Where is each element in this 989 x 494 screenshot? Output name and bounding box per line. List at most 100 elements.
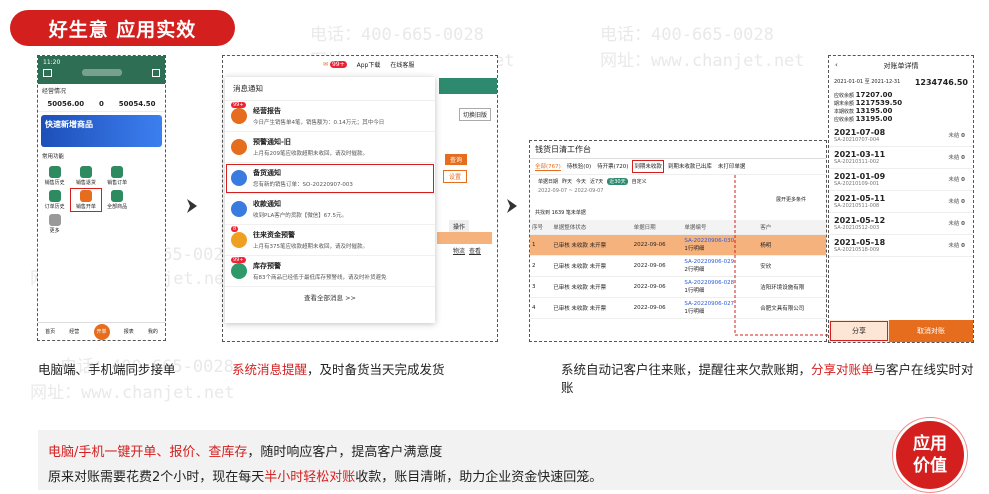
promo-banner[interactable]: 快速新增商品 bbox=[41, 115, 162, 147]
connector-line bbox=[734, 175, 830, 336]
settings-button[interactable]: 设置 bbox=[442, 170, 467, 183]
tab-all[interactable]: 全部(767) bbox=[535, 162, 561, 171]
row-links: 物流 查看 bbox=[453, 246, 481, 255]
package-icon bbox=[231, 170, 247, 186]
mobile-app-screen: 11:20 经营情况 50056.00 0 50054.50 快速新增商品 常用… bbox=[37, 55, 166, 341]
watermark: 网址：www.chanjet.net bbox=[30, 383, 235, 403]
back-icon[interactable]: ‹ bbox=[835, 61, 838, 69]
caption-notify: 系统消息提醒，及时备货当天完成发货 bbox=[232, 362, 445, 377]
tab-pending-invoice[interactable]: 待开票(720) bbox=[597, 162, 628, 171]
col-header: 单据整体状态 bbox=[551, 220, 632, 235]
store-selector[interactable] bbox=[82, 69, 122, 76]
view-link[interactable]: 查看 bbox=[469, 246, 481, 255]
more-icon bbox=[48, 214, 61, 226]
stat-item: 50054.50 bbox=[118, 100, 156, 108]
section-title: 常用功能 bbox=[42, 154, 65, 160]
store-icon[interactable] bbox=[43, 69, 52, 77]
value-badge: 应用 价值 bbox=[893, 418, 967, 492]
range-7days[interactable]: 近7天 bbox=[590, 178, 603, 185]
tab-overdue-shipped[interactable]: 到期未收款已出库 bbox=[668, 162, 712, 171]
query-button[interactable]: 查询 bbox=[444, 154, 467, 165]
summary-item: 期末余额 1217539.50 bbox=[834, 99, 903, 107]
cell-date: 2022-09-06 bbox=[631, 234, 683, 256]
tab-business[interactable]: 经营 bbox=[69, 328, 79, 335]
tab-bar: 首页 经营 开单 报表 我的 bbox=[38, 322, 165, 340]
next-arrow-icon bbox=[507, 199, 517, 213]
func-all-goods[interactable]: 全部商品 bbox=[104, 190, 131, 210]
notify-title: 备货通知 bbox=[253, 169, 281, 177]
summary-line-1: 电脑/手机一键开单、报价、查库存，随时响应客户，提高客户满意度 bbox=[48, 445, 443, 460]
funds-icon bbox=[231, 232, 247, 248]
message-count: 99+ bbox=[329, 61, 347, 68]
func-order-history[interactable]: 订单历史 bbox=[41, 190, 68, 210]
statement-entry[interactable]: 2021-07-08 SA-20210707-004 未结 0 bbox=[829, 125, 973, 147]
notify-title: 库存预警 bbox=[253, 262, 281, 270]
return-icon bbox=[79, 166, 92, 178]
cell-status: 已审核 未收款 未开票 bbox=[551, 255, 632, 277]
warning-icon bbox=[231, 139, 247, 155]
range-30days[interactable]: 近30天 bbox=[607, 178, 628, 185]
statement-entry[interactable]: 2021-05-11 SA-20210511-008 未结 0 bbox=[829, 191, 973, 213]
notify-desc: 有83个商品已经低于最低库存预警线，请及时补货避免 bbox=[253, 275, 387, 281]
range-custom[interactable]: 自定义 bbox=[632, 178, 647, 185]
side-header bbox=[439, 78, 497, 94]
statement-entry[interactable]: 2021-05-18 SA-20210518-009 未结 0 bbox=[829, 235, 973, 257]
unread-badge: 8 bbox=[231, 226, 239, 232]
tab-billing[interactable]: 开单 bbox=[93, 323, 110, 340]
filter-label: 单据日期 bbox=[538, 179, 559, 185]
cancel-reconcile-button[interactable]: 取消对账 bbox=[889, 320, 973, 342]
app-download-link[interactable]: App下载 bbox=[357, 60, 381, 69]
func-sales-return[interactable]: 销售退货 bbox=[72, 166, 99, 186]
promo-text: 快速新增商品 bbox=[45, 120, 93, 129]
period: 2021-01-01 至 2021-12-31 bbox=[834, 79, 901, 85]
summary-item: 本期收款 13195.00 bbox=[834, 107, 893, 115]
next-arrow-icon bbox=[187, 199, 197, 213]
notify-item-stock[interactable]: 备货通知 您有新的销售订单：SO-20220907-003 bbox=[225, 163, 435, 194]
notify-item[interactable]: 8 往来资金预警 上月有375笔应收款超期未收回，请及时催款。 bbox=[225, 225, 435, 256]
status-tabs: 全部(767) 待核验(0) 待开票(720) 到期未收款 到期未收款已出库 未… bbox=[530, 159, 826, 175]
stat-item: 50056.00 bbox=[47, 100, 85, 108]
notify-item[interactable]: 99+ 库存预警 有83个商品已经低于最低库存预警线，请及时补货避免 bbox=[225, 256, 435, 287]
history-icon bbox=[48, 166, 61, 178]
func-more[interactable]: 更多 bbox=[41, 214, 68, 234]
cell-status: 已审核 未收款 未开票 bbox=[551, 276, 632, 298]
watermark: 电话：400-665-0028 bbox=[310, 25, 484, 45]
tab-home[interactable]: 首页 bbox=[45, 328, 55, 335]
tab-overdue-unpaid[interactable]: 到期未收款 bbox=[632, 160, 664, 173]
top-toolbar: ✉ 99+ App下载 在线客服 bbox=[323, 60, 414, 69]
mobile-header: 11:20 bbox=[38, 56, 165, 84]
notify-item[interactable]: 预警通知-旧 上月有209笔应收款超期未收回，请及时催款。 bbox=[225, 132, 435, 163]
range-today[interactable]: 今天 bbox=[576, 178, 586, 185]
action-bar: 分享 取消对账 bbox=[829, 320, 973, 342]
statement-entry[interactable]: 2021-05-12 SA-20210512-003 未结 0 bbox=[829, 213, 973, 235]
message-button[interactable]: ✉ 99+ bbox=[323, 61, 347, 68]
tab-mine[interactable]: 我的 bbox=[148, 328, 158, 335]
view-all-link[interactable]: 查看全部消息 >> bbox=[225, 287, 435, 307]
notify-title: 收款通知 bbox=[253, 200, 281, 208]
notify-item[interactable]: 收款通知 收到PLA客户的货款【微信】67.5元。 bbox=[225, 194, 435, 225]
list-icon bbox=[48, 190, 61, 202]
func-sales-billing[interactable]: 销售开单 bbox=[70, 188, 102, 212]
tab-unprinted[interactable]: 未打印单据 bbox=[718, 162, 746, 171]
cell-no: 3 bbox=[530, 276, 552, 298]
tab-report[interactable]: 报表 bbox=[124, 328, 134, 335]
range-yesterday[interactable]: 昨天 bbox=[562, 178, 572, 185]
tab-pending-check[interactable]: 待核验(0) bbox=[567, 162, 591, 171]
online-service-link[interactable]: 在线客服 bbox=[390, 60, 414, 69]
func-sales-history[interactable]: 销售历史 bbox=[41, 166, 68, 186]
statement-entry[interactable]: 2021-01-09 SA-20210109-001 未结 0 bbox=[829, 169, 973, 191]
workbench-title: 钱货日清工作台 bbox=[530, 141, 826, 159]
cell-status: 已审核 未收款 未开票 bbox=[551, 234, 632, 256]
caption-sync: 电脑端、手机端同步接单 bbox=[38, 362, 176, 377]
scan-icon[interactable] bbox=[152, 69, 160, 77]
section-banner: 好生意 应用实效 bbox=[10, 10, 235, 46]
switch-old-button[interactable]: 切换旧版 bbox=[458, 108, 491, 121]
cell-date: 2022-09-06 bbox=[631, 255, 683, 277]
stats-row: 50056.00 0 50054.50 bbox=[38, 97, 165, 112]
func-sales-order[interactable]: 销售订单 bbox=[104, 166, 131, 186]
status-time: 11:20 bbox=[43, 59, 61, 66]
cell-no: 4 bbox=[530, 297, 552, 319]
notify-item[interactable]: 99+ 经营报告 今日产生销售单4笔，销售额为：0.14万元；其中今日 bbox=[225, 101, 435, 132]
statement-entry[interactable]: 2021-03-11 SA-20210311-002 未结 0 bbox=[829, 147, 973, 169]
logistics-link[interactable]: 物流 bbox=[453, 246, 465, 255]
